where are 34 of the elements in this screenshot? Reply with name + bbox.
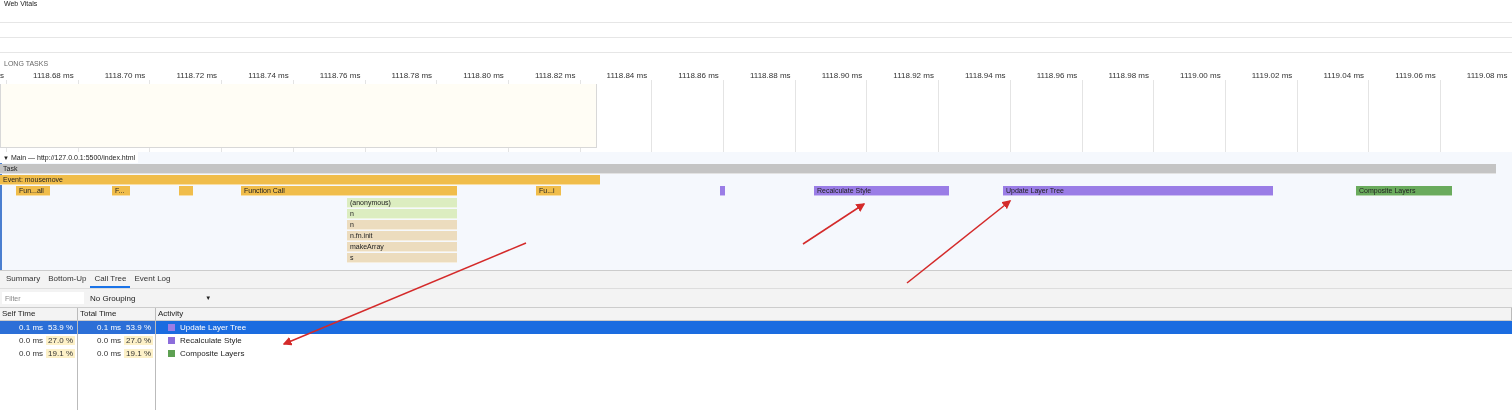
time-tick-label: 1118.70 ms xyxy=(103,70,147,82)
time-tick-label: 1118.72 ms xyxy=(175,70,219,82)
time-tick-label: 1119.06 ms xyxy=(1394,70,1437,82)
time-tick-label: 1118.76 ms xyxy=(318,70,362,82)
time-tick-label: 1118.86 ms xyxy=(677,70,720,82)
time-tick-label: 1118.84 ms xyxy=(605,70,649,82)
time-tick-label: 1118.82 ms xyxy=(533,70,577,82)
annotation-arrow xyxy=(802,203,866,245)
time-tick-label: 1118.96 ms xyxy=(1035,70,1079,82)
time-tick-label: 1118.78 ms xyxy=(390,70,434,82)
panel-tab[interactable]: Event Log xyxy=(130,271,175,288)
time-tick-label: 1118.90 ms xyxy=(820,70,864,82)
time-tick-label: 1119.00 ms xyxy=(1179,70,1222,82)
time-tick-label: 1119.04 ms xyxy=(1322,70,1366,82)
column-header[interactable]: Activity xyxy=(156,308,1512,321)
time-tick-label: s xyxy=(0,70,5,82)
column-header[interactable]: Total Time xyxy=(78,308,156,321)
panel-tab[interactable]: Bottom-Up xyxy=(44,271,91,288)
total-time-cell: 0.1 ms 53.9 % xyxy=(78,321,156,334)
time-tick-label: 1118.94 ms xyxy=(964,70,1007,82)
time-tick-label: 1119.02 ms xyxy=(1250,70,1294,82)
panel-tab[interactable]: Summary xyxy=(2,271,45,288)
time-tick-label: 1118.98 ms xyxy=(1107,70,1150,82)
activity-row[interactable]: Update Layer Tree xyxy=(156,321,1512,334)
self-time-cell: 0.1 ms 53.9 % xyxy=(0,321,78,334)
column-header[interactable]: Self Time xyxy=(0,308,78,321)
time-tick-label: 1118.68 ms xyxy=(32,70,75,82)
time-tick-label: 1119.08 ms xyxy=(1465,70,1509,82)
time-tick-label: 1118.80 ms xyxy=(462,70,505,82)
flame-chart-block[interactable] xyxy=(179,186,193,196)
time-tick-label: 1118.88 ms xyxy=(748,70,792,82)
time-tick-label: 1118.74 ms xyxy=(247,70,290,82)
time-tick-label: 1118.92 ms xyxy=(892,70,935,82)
flame-chart-block[interactable] xyxy=(720,186,725,196)
